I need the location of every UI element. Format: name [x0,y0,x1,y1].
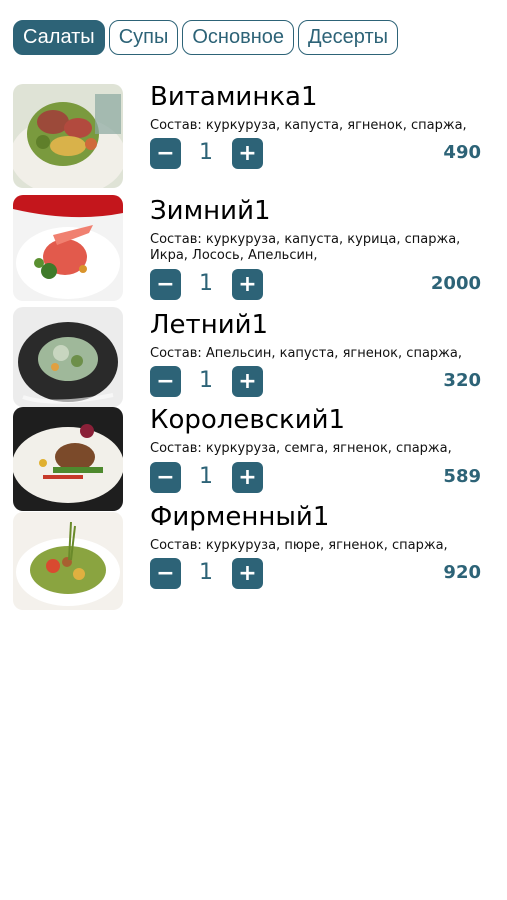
quantity-value: 1 [199,464,213,489]
plus-button[interactable]: + [232,558,263,589]
dish-name: Фирменный1 [150,502,330,532]
dish-photo [13,195,123,301]
minus-button[interactable]: − [150,366,181,397]
tab-desserts[interactable]: Десерты [297,20,398,55]
dish-price: 490 [443,142,481,163]
dish-name: Королевский1 [150,405,346,435]
plus-icon: + [238,561,257,586]
minus-icon: − [156,272,175,297]
plus-icon: + [238,272,257,297]
menu-item[interactable]: Зимний1 Состав: куркуруза, капуста, кури… [0,195,507,301]
minus-icon: − [156,369,175,394]
dish-price: 320 [443,370,481,391]
dish-price: 920 [443,562,481,583]
minus-button[interactable]: − [150,462,181,493]
dish-name: Витаминка1 [150,82,318,112]
dish-name: Зимний1 [150,196,271,226]
dish-ingredients: Состав: Апельсин, капуста, ягненок, спар… [150,346,462,361]
tab-soups[interactable]: Супы [108,20,179,55]
minus-button[interactable]: − [150,138,181,169]
dish-price: 589 [443,466,481,487]
menu-item[interactable]: Летний1 Состав: Апельсин, капуста, ягнен… [0,307,507,407]
minus-icon: − [156,561,175,586]
menu-item[interactable]: Фирменный1 Состав: куркуруза, пюре, ягне… [0,502,507,610]
dish-photo [13,84,123,188]
plus-icon: + [238,465,257,490]
plus-button[interactable]: + [232,462,263,493]
minus-icon: − [156,465,175,490]
plus-button[interactable]: + [232,269,263,300]
dish-ingredients: Состав: куркуруза, семга, ягненок, спарж… [150,441,452,456]
dish-photo [13,307,123,407]
dish-price: 2000 [430,273,481,294]
dish-ingredients: Состав: куркуруза, капуста, курица, спар… [150,232,461,263]
dish-photo [13,512,123,610]
quantity-value: 1 [199,560,213,585]
minus-icon: − [156,141,175,166]
quantity-value: 1 [199,140,213,165]
plus-button[interactable]: + [232,138,263,169]
plus-icon: + [238,369,257,394]
category-tabs: Салаты Супы Основное Десерты [13,20,398,55]
minus-button[interactable]: − [150,558,181,589]
tab-salads[interactable]: Салаты [13,20,105,55]
quantity-value: 1 [199,368,213,393]
tab-main[interactable]: Основное [182,20,294,55]
dish-photo [13,407,123,511]
plus-icon: + [238,141,257,166]
menu-item[interactable]: Витаминка1 Состав: куркуруза, капуста, я… [0,82,507,188]
dish-name: Летний1 [150,310,269,340]
dish-ingredients: Состав: куркуруза, капуста, ягненок, спа… [150,118,467,133]
menu-item[interactable]: Королевский1 Состав: куркуруза, семга, я… [0,405,507,511]
dish-ingredients: Состав: куркуруза, пюре, ягненок, спаржа… [150,538,448,553]
plus-button[interactable]: + [232,366,263,397]
minus-button[interactable]: − [150,269,181,300]
quantity-value: 1 [199,271,213,296]
